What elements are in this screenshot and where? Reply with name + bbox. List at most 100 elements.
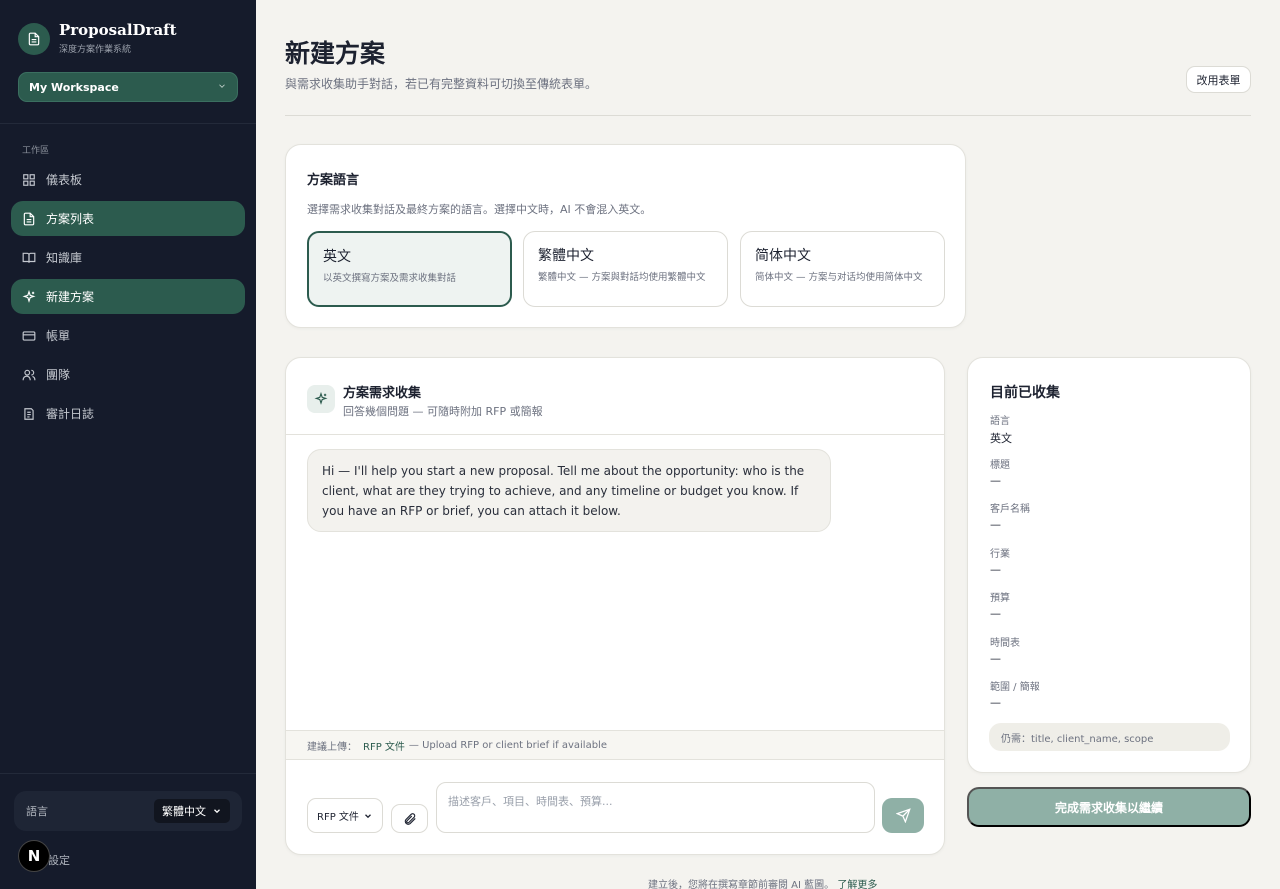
sparkle-icon (22, 289, 36, 303)
missing-fields-badge: 仍需：title, client_name, scope (989, 723, 1230, 751)
proposal-language-card: 方案語言 選擇需求收集對話及最終方案的語言。選擇中文時，AI 不會混入英文。 英… (285, 144, 966, 328)
chevron-down-icon (214, 809, 220, 814)
card-description: 選擇需求收集對話及最終方案的語言。選擇中文時，AI 不會混入英文。 (307, 203, 652, 216)
footer-note-text: 建立後，您將在撰寫章節前審閱 AI 藍圖。 (648, 880, 835, 889)
field-value: — (990, 518, 1001, 531)
use-form-button[interactable]: 改用表單 (1186, 66, 1251, 93)
sidebar-item-dashboard[interactable]: 儀表板 (11, 162, 245, 197)
book-icon (22, 252, 36, 263)
grid-icon (23, 173, 35, 186)
collected-field-budget: 預算 — (990, 589, 1010, 620)
field-value: — (990, 474, 1001, 487)
field-value: 英文 (990, 432, 1012, 445)
n-badge[interactable]: N (18, 840, 50, 872)
sidebar-item-new-proposal[interactable]: 新建方案 (11, 279, 245, 314)
card-title: 方案語言 (307, 173, 360, 188)
sidebar-item-label: 知識庫 (46, 251, 83, 265)
collected-field-client-name: 客戶名稱 — (990, 500, 1030, 531)
sidebar-item-label: 方案列表 (46, 212, 95, 226)
upload-hint: 建議上傳： RFP 文件 — Upload RFP or client brie… (286, 730, 944, 760)
collected-title: 目前已收集 (990, 385, 1060, 401)
sidebar-item-label: 審計日誌 (46, 407, 95, 421)
attach-button[interactable] (391, 804, 428, 833)
language-option-simplified-chinese[interactable]: 简体中文 简体中文 — 方案与对话均使用简体中文 (740, 231, 945, 307)
chevron-down-icon (217, 81, 227, 94)
language-switcher: 語言 繁體中文 (14, 791, 242, 831)
send-icon (895, 808, 911, 823)
brand-subtitle: 深度方案作業系統 (59, 45, 132, 55)
upload-hint-suffix: — Upload RFP or client brief if availabl… (408, 739, 607, 751)
field-label: 標題 (990, 460, 1010, 471)
language-option-title: 繁體中文 (538, 248, 594, 264)
learn-more-link[interactable]: 了解更多 (837, 880, 877, 889)
field-label: 預算 (990, 593, 1010, 604)
language-select[interactable]: 繁體中文 (154, 799, 230, 823)
field-value: — (990, 652, 1001, 665)
language-option-description: 以英文撰寫方案及需求收集對話 (323, 273, 457, 284)
document-type-select[interactable]: RFP 文件 (307, 798, 383, 833)
card-icon (22, 330, 36, 341)
send-button[interactable] (882, 798, 924, 833)
requirements-chat-card: 方案需求收集 回答幾個問題 — 可隨時附加 RFP 或簡報 Hi — I'll … (285, 357, 945, 855)
finish-intake-button[interactable]: 完成需求收集以繼續 (967, 787, 1251, 827)
sidebar-item-label: 帳單 (46, 329, 71, 343)
collected-field-language: 語言 英文 (990, 412, 1012, 446)
language-select-value: 繁體中文 (162, 805, 206, 818)
language-option-title: 英文 (323, 249, 351, 265)
brand[interactable]: ProposalDraft 深度方案作業系統 (18, 22, 177, 55)
header-divider (285, 115, 1251, 116)
field-value: — (990, 607, 1001, 620)
field-value: — (990, 563, 1001, 576)
collected-field-title: 標題 — (990, 456, 1010, 487)
upload-hint-prefix: 建議上傳： (307, 741, 357, 753)
sidebar-item-billing[interactable]: 帳單 (11, 318, 245, 353)
log-icon (24, 407, 34, 420)
users-icon (22, 369, 36, 380)
sidebar-item-label: 儀表板 (46, 173, 83, 187)
language-option-description: 繁體中文 — 方案與對話均使用繁體中文 (538, 272, 706, 283)
workspace-selector[interactable]: My Workspace (18, 72, 238, 102)
field-label: 語言 (990, 416, 1010, 427)
language-option-traditional-chinese[interactable]: 繁體中文 繁體中文 — 方案與對話均使用繁體中文 (523, 231, 728, 307)
chevron-down-icon (365, 813, 371, 818)
page-title: 新建方案 (285, 39, 386, 68)
sidebar-item-knowledge-base[interactable]: 知識庫 (11, 240, 245, 275)
field-label: 時間表 (990, 638, 1020, 649)
language-label: 語言 (26, 805, 48, 818)
collected-field-timeline: 時間表 — (990, 634, 1020, 665)
page-subtitle: 與需求收集助手對話，若已有完整資料可切換至傳統表單。 (285, 77, 598, 91)
language-option-description: 简体中文 — 方案与对话均使用简体中文 (755, 272, 923, 283)
language-option-title: 简体中文 (755, 248, 811, 264)
chat-title: 方案需求收集 (343, 386, 422, 401)
field-label: 範圍 / 簡報 (990, 682, 1040, 693)
collected-info-card: 目前已收集 語言 英文 標題 — 客戶名稱 — 行業 — 預算 — 時間表 — … (967, 357, 1251, 773)
sidebar-item-audit-log[interactable]: 審計日誌 (11, 396, 245, 431)
sidebar-divider (0, 773, 256, 774)
sidebar-item-label: 團隊 (46, 368, 71, 382)
upload-hint-highlight: RFP 文件 (363, 741, 405, 753)
chat-header: 方案需求收集 回答幾個問題 — 可隨時附加 RFP 或簡報 (286, 358, 944, 435)
document-icon (18, 22, 50, 55)
sidebar-item-proposals[interactable]: 方案列表 (11, 201, 245, 236)
collected-field-scope: 範圍 / 簡報 — (990, 678, 1040, 709)
collected-field-industry: 行業 — (990, 545, 1010, 576)
sidebar-nav: 儀表板 方案列表 知識庫 新建方案 帳單 團隊 審計日誌 (11, 162, 245, 435)
field-value: — (990, 696, 1001, 709)
sidebar-item-label: 新建方案 (46, 290, 95, 304)
document-type-value: RFP 文件 (317, 812, 359, 823)
footer-note: 建立後，您將在撰寫章節前審閱 AI 藍圖。 了解更多 (648, 876, 877, 889)
assistant-message: Hi — I'll help you start a new proposal.… (307, 449, 831, 532)
field-label: 行業 (990, 549, 1010, 560)
document-icon (23, 212, 35, 225)
paperclip-icon (404, 812, 416, 825)
sidebar: ProposalDraft 深度方案作業系統 My Workspace 工作區 … (0, 0, 256, 889)
brand-name: ProposalDraft (59, 21, 177, 39)
sparkle-icon (307, 385, 335, 413)
workspace-label: My Workspace (29, 80, 119, 94)
settings-link[interactable]: 設定 (48, 852, 70, 868)
chat-message-input[interactable]: 描述客戶、項目、時間表、預算... (436, 782, 875, 833)
field-label: 客戶名稱 (990, 504, 1030, 515)
sidebar-section-label: 工作區 (22, 146, 50, 156)
sidebar-item-team[interactable]: 團隊 (11, 357, 245, 392)
language-option-english[interactable]: 英文 以英文撰寫方案及需求收集對話 (307, 231, 512, 307)
